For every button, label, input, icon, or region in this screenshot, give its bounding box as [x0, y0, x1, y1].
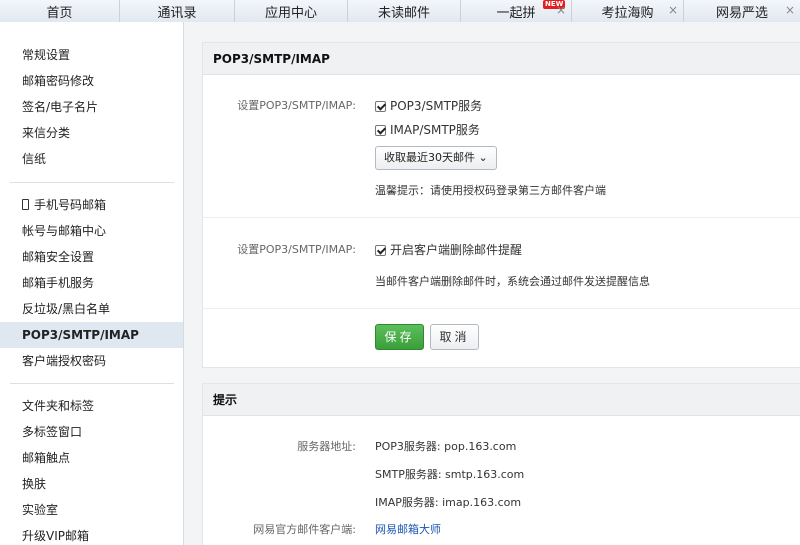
divider	[203, 217, 800, 218]
save-button[interactable]: 保存	[375, 324, 424, 350]
tab-app-center[interactable]: 应用中心	[235, 0, 348, 22]
sidebar-item-touchpoints[interactable]: 邮箱触点	[0, 445, 183, 471]
pop3-smtp-checkbox[interactable]: POP3/SMTP服务	[375, 97, 482, 114]
sidebar-item-mail-filter[interactable]: 来信分类	[0, 120, 183, 146]
panel-title: 提示	[203, 384, 800, 416]
sidebar-item-pop3[interactable]: POP3/SMTP/IMAP	[0, 322, 183, 348]
sidebar-item-security[interactable]: 邮箱安全设置	[0, 244, 183, 270]
checkbox-checked-icon	[375, 125, 386, 136]
tab-contacts[interactable]: 通讯录	[120, 0, 235, 22]
sidebar-item-phone-service[interactable]: 邮箱手机服务	[0, 270, 183, 296]
receive-range-select[interactable]: 收取最近30天邮件 ⌄	[375, 146, 497, 170]
pop3-server: POP3服务器: pop.163.com	[375, 440, 517, 453]
checkbox-label: IMAP/SMTP服务	[390, 123, 480, 137]
cancel-button[interactable]: 取消	[430, 324, 479, 350]
sidebar-item-label: 手机号码邮箱	[34, 198, 107, 212]
sidebar-item-general[interactable]: 常规设置	[0, 42, 183, 68]
delete-reminder-desc: 当邮件客户端删除邮件时，系统会通过邮件发送提醒信息	[375, 275, 650, 288]
checkbox-label: 开启客户端删除邮件提醒	[390, 243, 523, 257]
sidebar-item-antispam[interactable]: 反垃圾/黑白名单	[0, 296, 183, 322]
close-icon[interactable]: ×	[556, 3, 566, 17]
sidebar-item-phone-mailbox[interactable]: 手机号码邮箱	[0, 192, 183, 218]
tab-home[interactable]: 首页	[0, 0, 120, 22]
close-icon[interactable]: ×	[785, 3, 795, 17]
sidebar-item-signature[interactable]: 签名/电子名片	[0, 94, 183, 120]
tab-bar: 首页 通讯录 应用中心 未读邮件 一起拼 NEW × 考拉海购 × 网易严选 ×	[0, 0, 800, 22]
sidebar-item-client-auth[interactable]: 客户端授权密码	[0, 348, 183, 374]
tab-label: 首页	[46, 5, 73, 21]
settings-sidebar: 常规设置 邮箱密码修改 签名/电子名片 来信分类 信纸 手机号码邮箱 帐号与邮箱…	[0, 22, 184, 545]
sidebar-item-folders-tags[interactable]: 文件夹和标签	[0, 393, 183, 419]
sidebar-item-password[interactable]: 邮箱密码修改	[0, 68, 183, 94]
phone-icon	[22, 199, 29, 210]
sidebar-divider	[10, 182, 174, 183]
tab-label: 未读邮件	[377, 5, 430, 21]
tab-yanxuan[interactable]: 网易严选 ×	[684, 0, 800, 22]
sidebar-item-stationery[interactable]: 信纸	[0, 146, 183, 172]
tab-unread-mail[interactable]: 未读邮件	[348, 0, 461, 22]
delete-reminder-checkbox[interactable]: 开启客户端删除邮件提醒	[375, 241, 522, 258]
tab-label: 一起拼	[496, 5, 536, 21]
pop3-settings-panel: POP3/SMTP/IMAP 设置POP3/SMTP/IMAP: POP3/SM…	[202, 42, 800, 368]
tab-label: 通讯录	[157, 5, 197, 21]
sidebar-divider	[10, 383, 174, 384]
imap-smtp-checkbox[interactable]: IMAP/SMTP服务	[375, 121, 480, 138]
mail-master-link[interactable]: 网易邮箱大师	[375, 521, 441, 537]
sidebar-item-lab[interactable]: 实验室	[0, 497, 183, 523]
setting-label: 设置POP3/SMTP/IMAP:	[237, 99, 356, 112]
official-client-label: 网易官方邮件客户端:	[253, 523, 356, 536]
checkbox-checked-icon	[375, 101, 386, 112]
panel-title: POP3/SMTP/IMAP	[203, 43, 800, 75]
hints-panel: 提示 服务器地址: POP3服务器: pop.163.com SMTP服务器: …	[202, 383, 800, 545]
sidebar-item-multitab[interactable]: 多标签窗口	[0, 419, 183, 445]
checkbox-label: POP3/SMTP服务	[390, 99, 483, 113]
sidebar-item-account-center[interactable]: 帐号与邮箱中心	[0, 218, 183, 244]
tab-group-buy[interactable]: 一起拼 NEW ×	[461, 0, 572, 22]
tab-kaola[interactable]: 考拉海购 ×	[572, 0, 684, 22]
tab-label: 应用中心	[264, 5, 317, 21]
setting-label: 设置POP3/SMTP/IMAP:	[237, 243, 356, 256]
server-address-label: 服务器地址:	[297, 440, 356, 453]
checkbox-checked-icon	[375, 245, 386, 256]
auth-code-tip: 温馨提示：请使用授权码登录第三方邮件客户端	[375, 184, 606, 197]
close-icon[interactable]: ×	[668, 3, 678, 17]
imap-server: IMAP服务器: imap.163.com	[375, 496, 522, 509]
smtp-server: SMTP服务器: smtp.163.com	[375, 468, 525, 481]
divider	[203, 308, 800, 309]
tab-label: 考拉海购	[601, 5, 654, 21]
sidebar-item-vip[interactable]: 升级VIP邮箱	[0, 523, 183, 545]
chevron-down-icon: ⌄	[478, 151, 488, 164]
sidebar-item-skin[interactable]: 换肤	[0, 471, 183, 497]
select-value: 收取最近30天邮件	[384, 151, 475, 164]
tab-label: 网易严选	[715, 5, 768, 21]
